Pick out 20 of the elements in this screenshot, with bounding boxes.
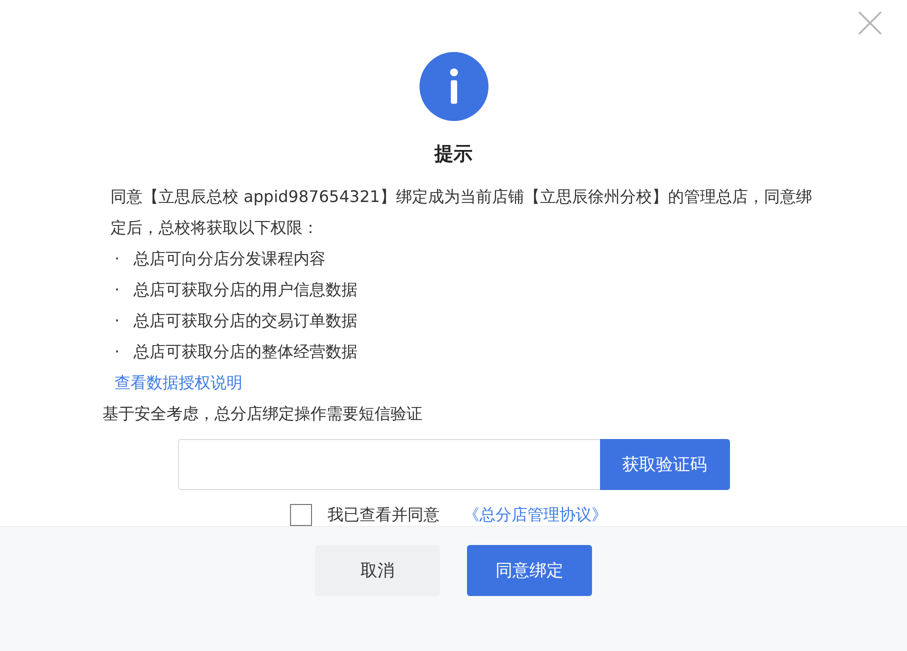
bullet-mark: · [114, 279, 120, 301]
bullet-mark: · [114, 310, 120, 332]
message-text: 同意【立思辰总校 appid987654321】绑定成为当前店铺【立思辰徐州分校】的管理总店，同意绑定后，总校将获取以下权限： [110, 186, 813, 239]
agreement-link[interactable]: 《总分店管理协议》 [456, 504, 608, 526]
bullet-mark: · [114, 341, 120, 363]
permission-text: 总店可获取分店的交易订单数据 [134, 310, 358, 332]
permission-text: 总店可获取分店的整体经营数据 [134, 341, 358, 363]
permission-text: 总店可获取分店的用户信息数据 [134, 279, 358, 301]
agree-checkbox[interactable] [290, 504, 312, 526]
dialog-title: 提示 [434, 142, 472, 167]
confirm-button[interactable]: 同意绑定 [467, 545, 592, 596]
security-note: 基于安全考虑，总分店绑定操作需要短信验证 [102, 403, 424, 425]
get-code-button[interactable]: 获取验证码 [600, 439, 730, 490]
agree-label: 我已查看并同意 [328, 504, 440, 526]
bullet-mark: · [114, 248, 120, 270]
close-icon[interactable] [857, 10, 883, 36]
permission-text: 总店可向分店分发课程内容 [134, 248, 326, 270]
authorization-link[interactable]: 查看数据授权说明 [110, 367, 242, 398]
cancel-button[interactable]: 取消 [315, 545, 440, 596]
code-input-field[interactable] [178, 439, 600, 490]
